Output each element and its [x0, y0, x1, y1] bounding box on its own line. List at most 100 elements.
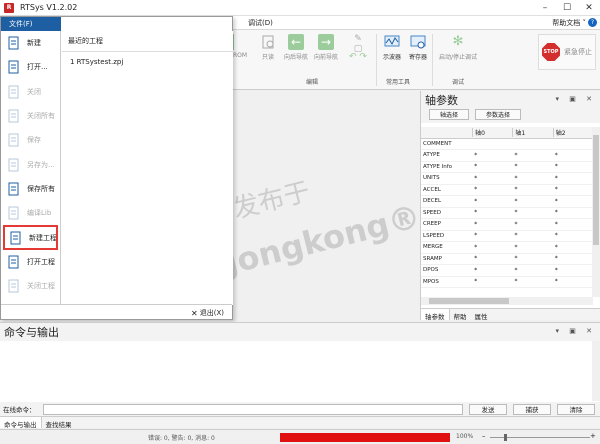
- param-value-cell[interactable]: *: [512, 267, 552, 274]
- edit-small-buttons[interactable]: ✎ ▢ ↶ ↷: [344, 34, 372, 62]
- maximize-button[interactable]: ☐: [556, 0, 578, 16]
- tab-axis-params[interactable]: 轴参数: [421, 309, 450, 321]
- file-menu-item[interactable]: 编译Lib: [1, 201, 60, 225]
- table-row[interactable]: DPOS * * *: [421, 265, 593, 277]
- param-value-cell[interactable]: *: [512, 198, 552, 205]
- param-value-cell[interactable]: *: [472, 255, 512, 262]
- table-row[interactable]: ATYPE * * *: [421, 150, 593, 162]
- file-menu-item[interactable]: 关闭所有: [1, 104, 60, 128]
- table-row[interactable]: ACCEL * * *: [421, 185, 593, 196]
- param-value-cell[interactable]: *: [472, 267, 512, 274]
- register-button[interactable]: 寄存器: [404, 34, 432, 61]
- table-row[interactable]: UNITS * * *: [421, 173, 593, 185]
- param-value-cell[interactable]: *: [512, 255, 552, 262]
- minimize-button[interactable]: –: [534, 0, 556, 16]
- param-value-cell[interactable]: *: [472, 163, 512, 170]
- file-menu-item[interactable]: 关闭工程: [1, 274, 60, 298]
- column-header[interactable]: 轴0: [472, 127, 512, 137]
- column-header[interactable]: 轴2: [552, 127, 593, 137]
- param-value-cell[interactable]: *: [553, 186, 593, 193]
- clear-button[interactable]: 清除: [557, 403, 595, 415]
- readonly-button[interactable]: 只读: [254, 34, 282, 61]
- param-value-cell[interactable]: *: [553, 255, 593, 262]
- file-menu-item[interactable]: 保存所有: [1, 177, 60, 201]
- table-row[interactable]: LSPEED * * *: [421, 231, 593, 242]
- navigate-back-button[interactable]: ← 向后导航: [282, 34, 310, 61]
- tab-command-output[interactable]: 命令与输出: [0, 417, 42, 429]
- param-value-cell[interactable]: *: [472, 244, 512, 251]
- recent-project-item[interactable]: 1 RTSystest.zpj: [62, 52, 233, 72]
- close-window-button[interactable]: ✕: [578, 0, 600, 16]
- menu-debug[interactable]: 调试(D): [248, 18, 273, 28]
- param-value-cell[interactable]: *: [472, 209, 512, 216]
- param-select-button[interactable]: 参数选择: [475, 109, 522, 120]
- table-row[interactable]: SRAMP * * *: [421, 254, 593, 265]
- oscilloscope-button[interactable]: 示波器: [378, 34, 406, 61]
- param-value-cell[interactable]: *: [472, 232, 512, 239]
- emergency-stop-button[interactable]: STOP 紧急停止: [538, 34, 596, 70]
- column-header[interactable]: 轴1: [512, 127, 552, 137]
- table-row[interactable]: MERGE * * *: [421, 242, 593, 254]
- tab-find-results[interactable]: 查找结果: [42, 417, 76, 429]
- param-value-cell[interactable]: *: [553, 209, 593, 216]
- table-row[interactable]: CREEP * * *: [421, 219, 593, 231]
- output-text-area[interactable]: [0, 341, 592, 401]
- param-value-cell[interactable]: *: [512, 209, 552, 216]
- param-value-cell[interactable]: *: [553, 244, 593, 251]
- param-value-cell[interactable]: *: [512, 232, 552, 239]
- vertical-scrollbar[interactable]: [592, 127, 600, 297]
- axis-select-button[interactable]: 轴选择: [429, 109, 470, 120]
- exit-button[interactable]: ✕ 退出(X): [191, 308, 224, 318]
- help-doc-menu[interactable]: 帮助文档 ˅: [552, 18, 586, 28]
- param-value-cell[interactable]: *: [512, 175, 552, 182]
- param-value-cell[interactable]: *: [512, 278, 552, 285]
- param-value-cell[interactable]: *: [512, 244, 552, 251]
- param-value-cell[interactable]: *: [472, 221, 512, 228]
- table-row[interactable]: ATYPE Info * * *: [421, 162, 593, 173]
- file-menu-tab[interactable]: 文件(F): [1, 17, 61, 31]
- param-value-cell[interactable]: *: [553, 175, 593, 182]
- param-value-cell[interactable]: *: [472, 186, 512, 193]
- panel-pin-icons[interactable]: ▾ ▣ ✕: [556, 95, 596, 103]
- param-value-cell[interactable]: *: [553, 163, 593, 170]
- panel-pin-icons[interactable]: ▾ ▣ ✕: [556, 327, 596, 335]
- horizontal-scrollbar[interactable]: [421, 297, 593, 305]
- file-menu-item[interactable]: 另存为...: [1, 152, 60, 176]
- file-menu-item[interactable]: 保存: [1, 128, 60, 152]
- table-row[interactable]: COMMENT: [421, 139, 593, 150]
- file-menu-item[interactable]: 新建工程: [3, 225, 58, 250]
- tab-properties[interactable]: 属性: [471, 309, 492, 321]
- capture-button[interactable]: 捕获: [513, 403, 551, 415]
- file-menu-item[interactable]: 打开...: [1, 55, 60, 79]
- param-value-cell[interactable]: *: [472, 198, 512, 205]
- navigate-forward-button[interactable]: → 向前导航: [312, 34, 340, 61]
- table-row[interactable]: DECEL * * *: [421, 196, 593, 208]
- param-value-cell[interactable]: *: [472, 152, 512, 159]
- param-value-cell[interactable]: *: [512, 186, 552, 193]
- table-row[interactable]: MPOS * * *: [421, 277, 593, 288]
- param-value-cell[interactable]: *: [472, 278, 512, 285]
- param-value-cell[interactable]: *: [472, 175, 512, 182]
- file-menu-item[interactable]: 打开工程: [1, 250, 60, 274]
- help-icon[interactable]: ?: [588, 18, 597, 27]
- file-menu-item[interactable]: 关闭: [1, 80, 60, 104]
- param-value-cell[interactable]: *: [553, 267, 593, 274]
- send-button[interactable]: 发送: [469, 403, 507, 415]
- param-value-cell[interactable]: *: [553, 221, 593, 228]
- param-value-cell[interactable]: *: [512, 221, 552, 228]
- zoom-slider-thumb[interactable]: [504, 434, 507, 441]
- zoom-in-button[interactable]: +: [590, 432, 596, 440]
- zoom-out-button[interactable]: –: [482, 432, 486, 440]
- table-row[interactable]: SPEED * * *: [421, 208, 593, 219]
- param-value-cell[interactable]: *: [553, 152, 593, 159]
- tab-help[interactable]: 帮助: [450, 309, 471, 321]
- param-value-cell[interactable]: *: [553, 198, 593, 205]
- file-menu-item[interactable]: 新建: [1, 31, 60, 55]
- param-value-cell[interactable]: *: [512, 163, 552, 170]
- param-value-cell[interactable]: *: [553, 278, 593, 285]
- output-scrollbar[interactable]: [592, 341, 600, 401]
- online-command-input[interactable]: [43, 403, 463, 415]
- param-value-cell[interactable]: *: [512, 152, 552, 159]
- param-value-cell[interactable]: *: [553, 232, 593, 239]
- start-stop-debug-button[interactable]: ✻ 启动/停止调试: [436, 34, 480, 61]
